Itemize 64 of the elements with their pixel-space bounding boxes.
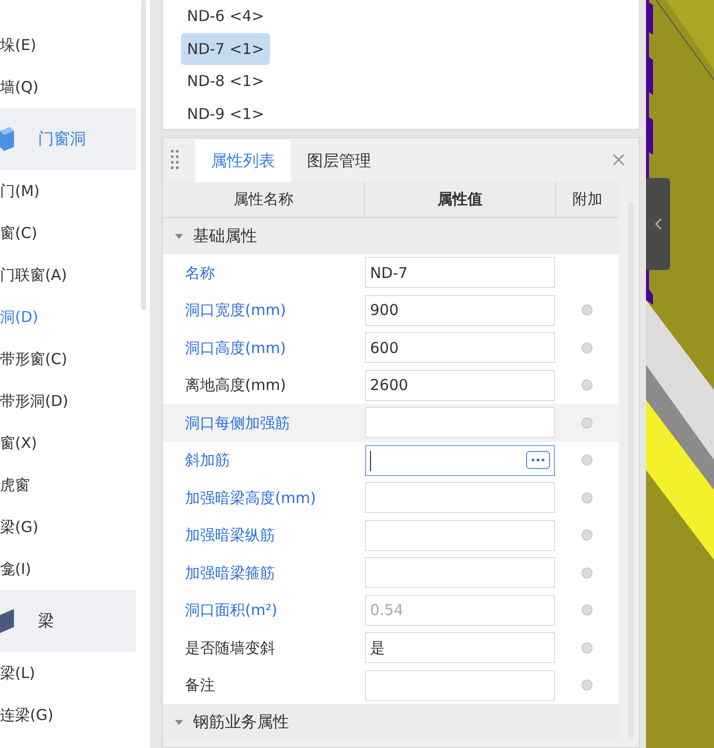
property-value-field[interactable] xyxy=(365,444,555,476)
property-name: 洞口高度(mm) xyxy=(184,338,287,358)
chevron-left-icon xyxy=(654,218,662,230)
property-name: 洞口宽度(mm) xyxy=(184,300,287,321)
sidebar-item[interactable]: 窗(X) xyxy=(0,422,150,464)
property-value-field[interactable]: 2600 xyxy=(365,370,555,401)
attach-radio[interactable] xyxy=(581,492,593,504)
property-value-field[interactable]: 900 xyxy=(365,294,555,326)
group-title: 钢筋业务属性 xyxy=(193,711,289,733)
attach-radio[interactable] xyxy=(581,416,593,429)
sidebar-item[interactable]: 梁(L) xyxy=(0,652,150,694)
component-item[interactable]: ND-6 <4> xyxy=(181,0,270,32)
property-name: 备注 xyxy=(184,675,216,696)
sidebar-item[interactable]: 梁(G) xyxy=(0,506,150,548)
sidebar-item[interactable]: 垛(E) xyxy=(0,24,150,66)
column-header: 附加 xyxy=(572,189,604,210)
component-item[interactable]: ND-7 <1> xyxy=(181,32,270,65)
drag-handle-icon[interactable] xyxy=(171,150,179,170)
property-value-field[interactable]: ND-7 xyxy=(365,257,555,288)
component-item[interactable]: ND-8 <1> xyxy=(181,65,270,98)
attach-radio[interactable] xyxy=(581,529,593,542)
attach-radio[interactable] xyxy=(581,379,593,392)
attach-radio[interactable] xyxy=(581,566,593,579)
sidebar-item[interactable]: 带形窗(C) xyxy=(0,338,150,380)
sidebar-item[interactable]: 带形洞(D) xyxy=(0,380,150,422)
property-name: 名称 xyxy=(184,262,216,284)
sidebar-item[interactable]: 洞(D) xyxy=(0,296,150,338)
attach-radio[interactable] xyxy=(581,642,593,654)
cube-icon xyxy=(0,127,14,151)
sidebar-item[interactable]: 门联窗(A) xyxy=(0,254,150,296)
sidebar-item[interactable]: 连梁(G) xyxy=(0,694,150,736)
panel-tab[interactable]: 属性列表 xyxy=(195,140,291,182)
beam-icon xyxy=(0,609,14,633)
collapse-handle[interactable] xyxy=(646,178,670,270)
scrollbar[interactable] xyxy=(141,0,146,310)
sidebar-item[interactable]: 龛(I) xyxy=(0,548,150,590)
sidebar-item[interactable]: 窗(C) xyxy=(0,212,150,254)
attach-radio[interactable] xyxy=(581,304,593,316)
property-name: 离地高度(mm) xyxy=(184,375,287,396)
category-header[interactable]: 梁 xyxy=(0,590,136,652)
sidebar-item[interactable]: 门(M) xyxy=(0,170,150,212)
sidebar-item[interactable]: 墙(Q) xyxy=(0,66,150,108)
column-header: 属性名称 xyxy=(163,182,365,217)
group-header[interactable]: 钢筋业务属性 xyxy=(163,704,619,740)
property-value-field[interactable]: 是 xyxy=(365,632,555,664)
panel-tab[interactable]: 图层管理 xyxy=(291,140,387,182)
attach-radio[interactable] xyxy=(581,604,593,616)
property-name: 加强暗梁箍筋 xyxy=(184,562,276,584)
attach-radio[interactable] xyxy=(581,454,593,466)
property-name: 加强暗梁高度(mm) xyxy=(184,488,317,508)
component-item[interactable]: ND-9 <1> xyxy=(181,98,270,129)
group-title: 基础属性 xyxy=(193,225,257,247)
property-value-field[interactable]: 600 xyxy=(365,332,555,364)
property-name: 加强暗梁纵筋 xyxy=(184,525,276,546)
attach-radio[interactable] xyxy=(581,342,593,354)
column-header: 属性值 xyxy=(365,182,556,217)
ellipsis-icon[interactable] xyxy=(526,451,550,470)
property-name: 洞口面积(m²) xyxy=(184,600,278,621)
property-name: 洞口每侧加强筋 xyxy=(184,412,291,434)
group-header[interactable]: 基础属性 xyxy=(163,218,619,254)
sidebar-item[interactable]: 虎窗 xyxy=(0,464,150,506)
attach-radio[interactable] xyxy=(581,679,593,692)
property-name: 是否随墙变斜 xyxy=(184,638,276,658)
property-name: 斜加筋 xyxy=(184,450,231,471)
